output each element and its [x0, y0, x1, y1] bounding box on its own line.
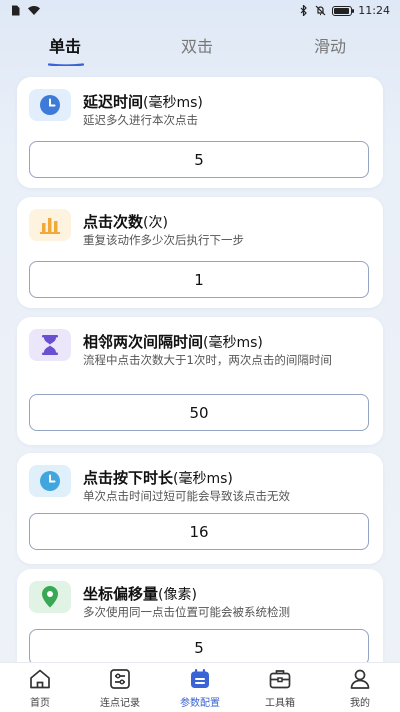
card-unit: (毫秒ms) [143, 95, 203, 111]
clock-icon [40, 471, 60, 491]
nav-item-click-records[interactable]: 连点记录 [85, 667, 155, 709]
nav-item-toolbox[interactable]: 工具箱 [245, 667, 315, 709]
home-icon [30, 669, 50, 689]
tab-single-click[interactable]: 单击 [49, 33, 81, 57]
click-count-input[interactable]: 1 [29, 261, 369, 298]
settings-list[interactable]: 延迟时间(毫秒ms) 延迟多久进行本次点击 5 点击次数(次) 重复该动作多少次… [0, 76, 400, 662]
card-icon-box [29, 209, 71, 241]
interval-time-input[interactable]: 50 [29, 394, 369, 431]
user-icon [350, 669, 370, 689]
card-interval-time: 相邻两次间隔时间(毫秒ms) 流程中点击次数大于1次时，两次点击的间隔时间 50 [17, 317, 383, 445]
nav-label: 首页 [30, 698, 50, 709]
delay-time-input[interactable]: 5 [29, 141, 369, 178]
toolbox-icon [269, 670, 291, 689]
card-title: 坐标偏移量(像素) [83, 585, 197, 603]
mode-tabs: 单击 双击 滑动 [0, 28, 400, 70]
card-description: 单次点击时间过短可能会导致该点击无效 [83, 489, 290, 503]
tab-swipe[interactable]: 滑动 [314, 33, 346, 57]
nav-label: 工具箱 [265, 698, 295, 709]
bottom-navigation: 首页 连点记录 参数配置 工具箱 我的 [0, 662, 400, 712]
tab-double-click[interactable]: 双击 [181, 33, 213, 57]
card-unit: (次) [143, 215, 168, 231]
card-icon-box [29, 465, 71, 497]
card-title: 点击次数(次) [83, 213, 168, 231]
hourglass-icon [42, 335, 58, 355]
card-description: 延迟多久进行本次点击 [83, 113, 198, 127]
status-time: 11:24 [358, 4, 390, 17]
nav-label: 连点记录 [100, 698, 140, 709]
card-unit: (毫秒ms) [173, 471, 233, 487]
wifi-icon [28, 6, 40, 15]
nav-item-profile[interactable]: 我的 [325, 667, 395, 709]
card-unit: (像素) [158, 587, 197, 603]
bluetooth-icon [300, 5, 308, 16]
status-bar: 11:24 [0, 0, 400, 22]
nav-label: 参数配置 [180, 698, 220, 709]
card-title: 点击按下时长(毫秒ms) [83, 469, 233, 487]
card-icon-box [29, 581, 71, 613]
card-unit: (毫秒ms) [203, 335, 263, 351]
nav-item-home[interactable]: 首页 [5, 667, 75, 709]
card-icon-box [29, 89, 71, 121]
card-click-count: 点击次数(次) 重复该动作多少次后执行下一步 1 [17, 197, 383, 308]
sim-icon [12, 5, 20, 16]
status-right: 11:24 [298, 4, 390, 17]
card-description: 重复该动作多少次后执行下一步 [83, 233, 244, 247]
sliders-icon [110, 669, 130, 689]
calendar-config-icon [191, 669, 209, 688]
card-press-duration: 点击按下时长(毫秒ms) 单次点击时间过短可能会导致该点击无效 16 [17, 453, 383, 564]
location-pin-icon [42, 586, 58, 608]
card-delay-time: 延迟时间(毫秒ms) 延迟多久进行本次点击 5 [17, 77, 383, 188]
nav-item-parameter-config[interactable]: 参数配置 [165, 667, 235, 709]
nav-label: 我的 [350, 698, 370, 709]
bar-chart-icon [40, 218, 60, 234]
card-icon-box [29, 329, 71, 361]
card-title: 相邻两次间隔时间(毫秒ms) [83, 333, 263, 351]
status-left [10, 5, 41, 16]
clock-icon [40, 95, 60, 115]
battery-icon [332, 5, 355, 16]
card-description: 流程中点击次数大于1次时，两次点击的间隔时间 [83, 353, 332, 367]
card-coordinate-offset: 坐标偏移量(像素) 多次使用同一点击位置可能会被系统检测 5 [17, 569, 383, 662]
mute-icon [315, 5, 326, 16]
tab-active-indicator [48, 63, 84, 66]
card-description: 多次使用同一点击位置可能会被系统检测 [83, 605, 290, 619]
coordinate-offset-input[interactable]: 5 [29, 629, 369, 662]
card-title: 延迟时间(毫秒ms) [83, 93, 203, 111]
press-duration-input[interactable]: 16 [29, 513, 369, 550]
